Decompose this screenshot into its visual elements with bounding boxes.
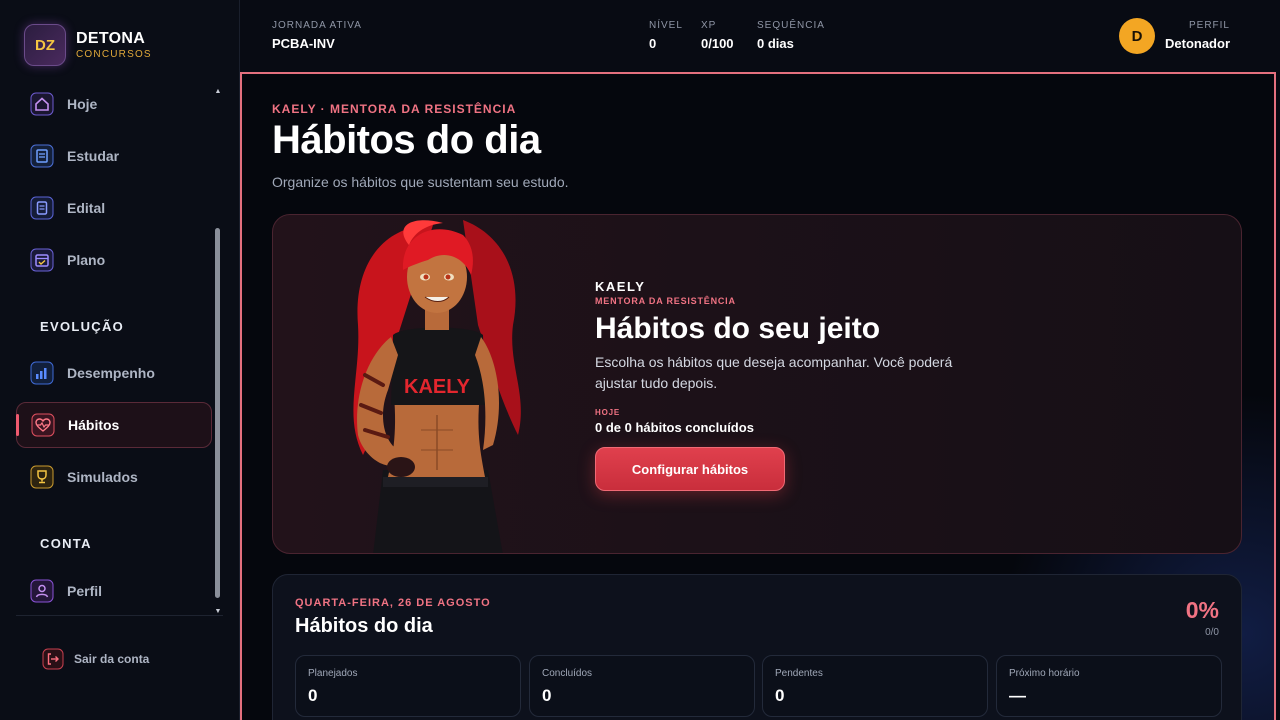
sidebar-item-label: Estudar bbox=[67, 148, 120, 164]
heart-pulse-icon bbox=[31, 413, 55, 437]
stat-label: Planejados bbox=[308, 668, 358, 679]
shirt-label: KAELY bbox=[404, 376, 471, 398]
sidebar-item-label: Simulados bbox=[67, 469, 138, 485]
trophy-icon bbox=[30, 465, 54, 489]
section-label-evolucao: EVOLUÇÃO bbox=[40, 319, 125, 334]
main-content: KAELY · MENTORA DA RESISTÊNCIA Hábitos d… bbox=[240, 72, 1276, 720]
nivel-stat: NÍVEL 0 bbox=[649, 20, 683, 51]
sequencia-label: SEQUÊNCIA bbox=[757, 20, 825, 31]
sidebar-scrollbar[interactable]: ▲ ▼ bbox=[214, 88, 222, 616]
xp-value: 0/100 bbox=[701, 36, 734, 51]
stat-label: Pendentes bbox=[775, 668, 823, 679]
day-date: QUARTA-FEIRA, 26 DE AGOSTO bbox=[295, 597, 491, 609]
perfil-label: PERFIL bbox=[1188, 20, 1230, 31]
sequencia-value: 0 dias bbox=[757, 36, 794, 51]
xp-label: XP bbox=[701, 20, 717, 31]
nivel-value: 0 bbox=[649, 36, 657, 51]
daily-habits-card: QUARTA-FEIRA, 26 DE AGOSTO Hábitos do di… bbox=[272, 574, 1242, 720]
avatar[interactable]: D bbox=[1119, 18, 1155, 54]
today-progress: 0 de 0 hábitos concluídos bbox=[595, 420, 754, 435]
nivel-label: NÍVEL bbox=[649, 20, 683, 31]
user-icon bbox=[30, 579, 54, 603]
stat-value: — bbox=[1009, 686, 1026, 705]
sidebar-item-edital[interactable]: Edital bbox=[16, 185, 212, 231]
perfil-name: Detonador bbox=[1165, 36, 1230, 51]
stat-value: 0 bbox=[542, 686, 552, 705]
logout-button[interactable]: Sair da conta bbox=[42, 648, 149, 670]
sequencia-stat: SEQUÊNCIA 0 dias bbox=[757, 20, 825, 51]
jornada-label: JORNADA ATIVA bbox=[272, 20, 362, 31]
sidebar-item-label: Perfil bbox=[67, 583, 103, 599]
mentor-role: MENTORA DA RESISTÊNCIA bbox=[595, 296, 736, 306]
completion-ratio: 0/0 bbox=[1205, 627, 1219, 638]
stat-pendentes: Pendentes 0 bbox=[762, 655, 988, 717]
jornada-ativa[interactable]: JORNADA ATIVA PCBA-INV bbox=[272, 20, 362, 51]
brand-subtitle: CONCURSOS bbox=[76, 49, 152, 60]
top-header: JORNADA ATIVA PCBA-INV NÍVEL 0 XP 0/100 … bbox=[240, 0, 1280, 72]
hero-text: KAELY MENTORA DA RESISTÊNCIA Hábitos do … bbox=[595, 279, 955, 491]
mentor-hero-card: KAELY KAELY MENTORA DA RESISTÊNCIA Hábit… bbox=[272, 214, 1242, 554]
kaely-mentor-illustration: KAELY bbox=[353, 220, 521, 553]
sidebar-divider bbox=[16, 615, 223, 616]
sidebar-item-desempenho[interactable]: Desempenho bbox=[16, 350, 212, 396]
mentor-name: KAELY bbox=[595, 279, 646, 294]
sidebar-item-hoje[interactable]: Hoje bbox=[16, 81, 212, 127]
sidebar-item-estudar[interactable]: Estudar bbox=[16, 133, 212, 179]
hero-description: Escolha os hábitos que deseja acompanhar… bbox=[595, 354, 953, 391]
logout-icon bbox=[42, 648, 64, 670]
stat-value: 0 bbox=[308, 686, 318, 705]
xp-stat: XP 0/100 bbox=[701, 20, 734, 51]
sidebar-item-perfil[interactable]: Perfil bbox=[16, 568, 212, 614]
stat-value: 0 bbox=[775, 686, 785, 705]
logout-label: Sair da conta bbox=[74, 652, 150, 666]
sidebar-item-label: Edital bbox=[67, 200, 106, 216]
brand-name: DETONA bbox=[76, 30, 146, 47]
section-label-conta: CONTA bbox=[40, 536, 92, 551]
page-subtitle: Organize os hábitos que sustentam seu es… bbox=[272, 174, 569, 190]
bar-chart-icon bbox=[30, 361, 54, 385]
day-title: Hábitos do dia bbox=[295, 615, 433, 637]
stat-label: Concluídos bbox=[542, 668, 593, 679]
clipboard-icon bbox=[30, 196, 54, 220]
sidebar-item-label: Desempenho bbox=[67, 365, 155, 381]
sidebar-item-label: Plano bbox=[67, 252, 106, 268]
perfil-block[interactable]: PERFIL Detonador bbox=[1165, 20, 1230, 51]
home-icon bbox=[30, 92, 54, 116]
completion-percent: 0% bbox=[1185, 597, 1219, 623]
book-icon bbox=[30, 144, 54, 168]
sidebar-item-habitos[interactable]: Hábitos bbox=[16, 402, 212, 448]
today-label: HOJE bbox=[595, 408, 620, 417]
sidebar-item-simulados[interactable]: Simulados bbox=[16, 454, 212, 500]
sidebar-item-plano[interactable]: Plano bbox=[16, 237, 212, 283]
sidebar: DZ DETONA CONCURSOS Hoje Estudar Edital … bbox=[0, 0, 240, 720]
stat-proximo-horario: Próximo horário — bbox=[996, 655, 1222, 717]
brand-logo: DZ bbox=[24, 24, 66, 66]
scroll-up-arrow-icon[interactable]: ▲ bbox=[214, 88, 222, 96]
stat-concluidos: Concluídos 0 bbox=[529, 655, 755, 717]
page-kicker: KAELY · MENTORA DA RESISTÊNCIA bbox=[272, 102, 517, 116]
sidebar-item-label: Hoje bbox=[67, 96, 98, 112]
hero-title: Hábitos do seu jeito bbox=[595, 312, 881, 345]
calendar-icon bbox=[30, 248, 54, 272]
page-title: Hábitos do dia bbox=[272, 118, 541, 162]
configure-habits-button[interactable]: Configurar hábitos bbox=[595, 447, 785, 491]
stat-label: Próximo horário bbox=[1009, 668, 1080, 679]
brand[interactable]: DZ DETONA CONCURSOS bbox=[24, 24, 152, 66]
stat-planejados: Planejados 0 bbox=[295, 655, 521, 717]
scroll-thumb[interactable] bbox=[215, 228, 220, 598]
sidebar-item-label: Hábitos bbox=[68, 417, 120, 433]
jornada-value: PCBA-INV bbox=[272, 36, 335, 51]
